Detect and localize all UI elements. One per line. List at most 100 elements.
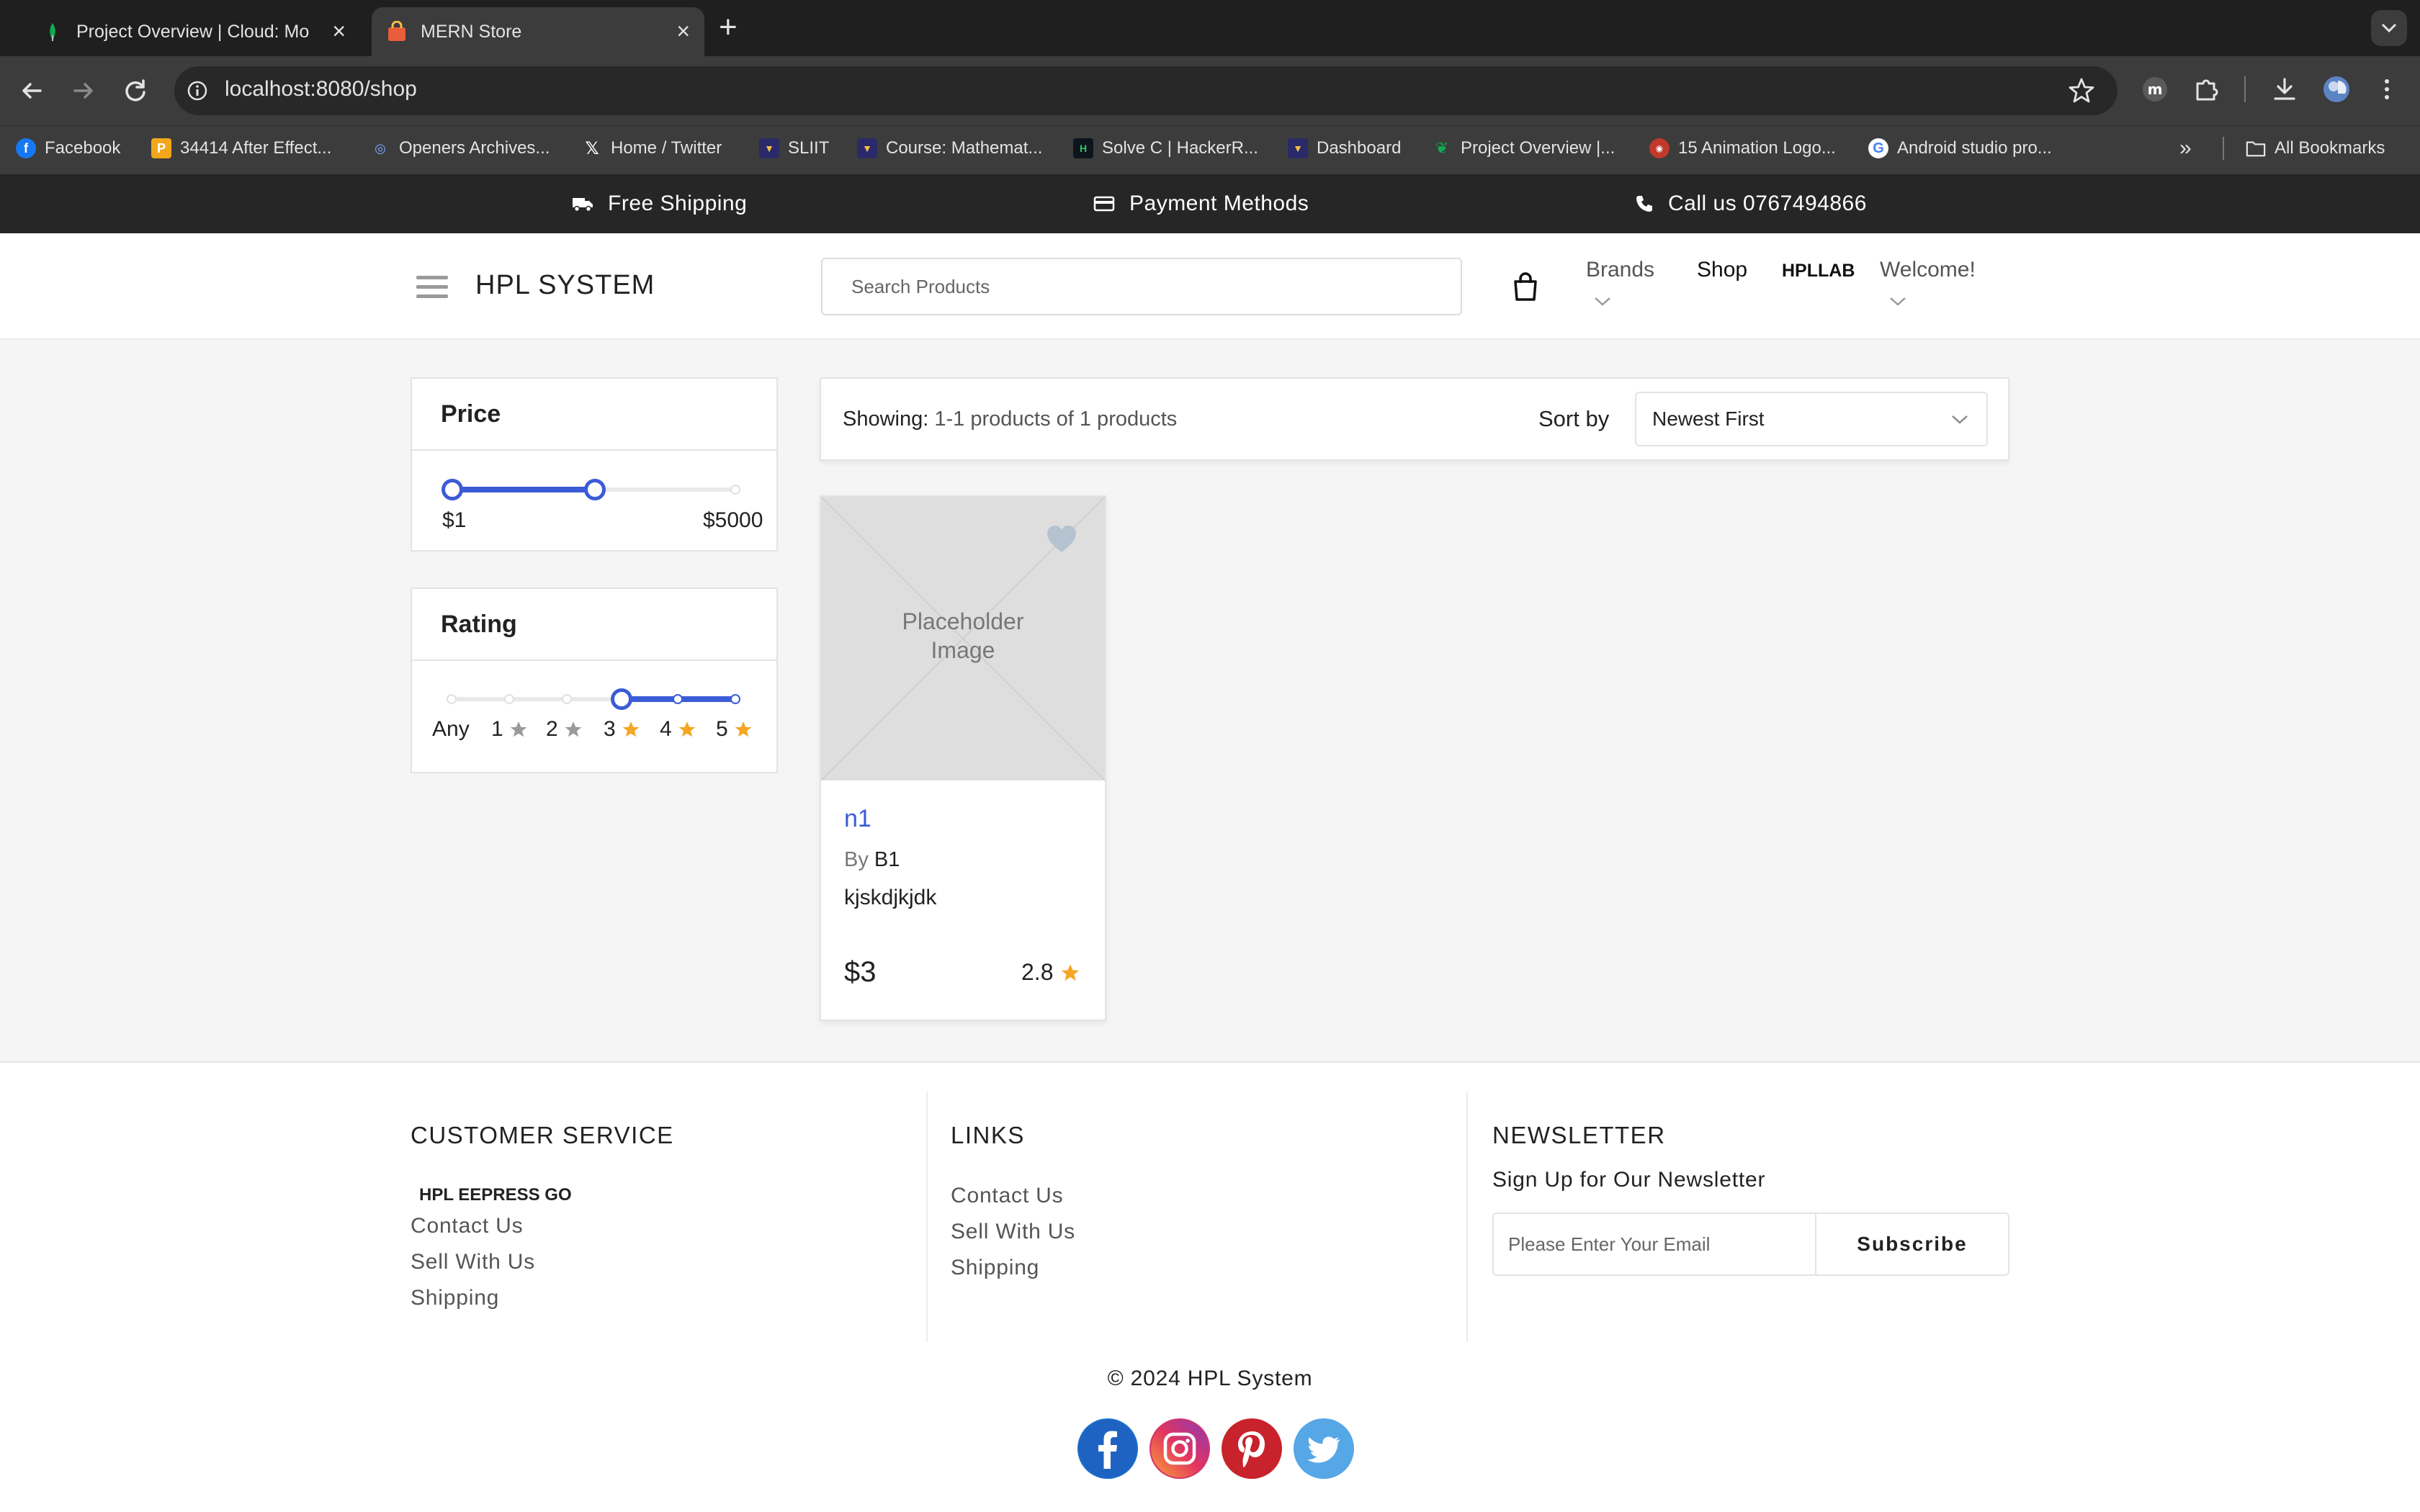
download-icon[interactable]: [2269, 73, 2300, 105]
instagram-icon[interactable]: [1150, 1418, 1210, 1479]
copyright-text: © 2024 HPL System: [1107, 1367, 1313, 1390]
bookmark-twitter[interactable]: 𝕏 Home / Twitter: [582, 134, 722, 163]
hamburger-menu-icon[interactable]: [416, 275, 448, 298]
bookmark-hackerrank[interactable]: H Solve C | HackerR...: [1073, 134, 1258, 163]
pinterest-icon[interactable]: [1222, 1418, 1282, 1479]
extensions-puzzle-icon[interactable]: [2191, 73, 2223, 105]
bookmark-facebook[interactable]: f Facebook: [16, 134, 120, 163]
rating-step-dot[interactable]: [504, 694, 514, 704]
close-tab-icon[interactable]: ×: [676, 19, 690, 42]
rating-label-text: 1: [491, 717, 503, 741]
promo-call-text: Call us 0767494866: [1668, 192, 1867, 215]
newsletter-email-input[interactable]: [1492, 1212, 1816, 1276]
product-description: kjskdjkjdk: [844, 886, 937, 909]
rating-label-2: 2: [546, 717, 583, 742]
product-rating-value: 2.8: [1021, 959, 1054, 985]
showing-label: Showing:: [843, 408, 929, 431]
all-bookmarks[interactable]: All Bookmarks: [2246, 134, 2385, 163]
bookmark-project-overview[interactable]: ❦ Project Overview |...: [1432, 134, 1615, 163]
rating-label-text: Any: [432, 717, 470, 741]
nav-brands[interactable]: Brands: [1586, 258, 1654, 282]
footer-column-divider: [1466, 1092, 1468, 1342]
bookmark-sliit[interactable]: ▼ SLIIT: [759, 134, 829, 163]
rating-label-3: 3: [604, 717, 640, 742]
rating-step-dot[interactable]: [730, 694, 740, 704]
footer-hpl-express-link[interactable]: HPL EEPRESS GO: [419, 1185, 572, 1205]
shopping-bag-icon[interactable]: [1510, 271, 1541, 302]
footer-contact-us-link[interactable]: Contact Us: [411, 1214, 523, 1238]
welcome-chevron-down-icon[interactable]: [1888, 295, 1907, 308]
bookmark-label: Android studio pro...: [1897, 138, 2052, 158]
bookmark-after-effects[interactable]: P 34414 After Effect...: [151, 134, 331, 163]
google-icon: G: [1868, 138, 1888, 158]
close-tab-icon[interactable]: ×: [332, 19, 346, 42]
search-products-input[interactable]: [821, 258, 1462, 315]
rating-step-dot[interactable]: [447, 694, 457, 704]
new-tab-icon[interactable]: +: [719, 12, 738, 43]
star-gold-icon: [678, 721, 696, 737]
browser-tab-project-overview[interactable]: Project Overview | Cloud: Mo ×: [22, 7, 360, 56]
site-info-icon[interactable]: [186, 79, 209, 102]
store-bag-icon: [386, 21, 408, 42]
footer-shipping-link[interactable]: Shipping: [951, 1256, 1039, 1280]
star-gray-icon: [510, 721, 527, 737]
twitter-icon[interactable]: [1294, 1418, 1354, 1479]
nav-shop[interactable]: Shop: [1697, 258, 1747, 282]
wishlist-heart-icon[interactable]: [1046, 524, 1077, 554]
bookmark-animation-logo[interactable]: ◉ 15 Animation Logo...: [1649, 134, 1836, 163]
rating-slider-handle[interactable]: [611, 688, 632, 710]
rating-label-text: 3: [604, 717, 616, 741]
mongodb-icon: ❦: [1435, 139, 1449, 157]
price-slider-max-handle[interactable]: [584, 479, 606, 500]
x-icon: 𝕏: [585, 138, 599, 158]
subscribe-button[interactable]: Subscribe: [1815, 1212, 2009, 1276]
bookmark-dashboard[interactable]: ▼ Dashboard: [1288, 134, 1401, 163]
price-min-label: $1: [442, 508, 467, 532]
nav-hpllab[interactable]: HPLLAB: [1782, 261, 1855, 282]
chevron-down-icon: [1952, 415, 1968, 424]
bookmark-course[interactable]: ▼ Course: Mathemat...: [857, 134, 1042, 163]
more-bookmarks-icon[interactable]: »: [2179, 134, 2192, 163]
nav-welcome[interactable]: Welcome!: [1880, 258, 1976, 282]
browser-menu-kebab-icon[interactable]: [2371, 73, 2403, 105]
promo-call-us: Call us 0767494866: [1635, 187, 1867, 220]
extension-m-icon[interactable]: m: [2139, 73, 2171, 105]
star-gray-icon: [565, 721, 582, 737]
price-slider-min-handle[interactable]: [442, 479, 463, 500]
forward-arrow-icon[interactable]: [68, 75, 99, 107]
svg-text:m: m: [2148, 81, 2163, 98]
facebook-icon: f: [16, 138, 36, 158]
rating-step-dot[interactable]: [562, 694, 572, 704]
profile-avatar-icon[interactable]: [2321, 73, 2352, 105]
dashboard-icon: ▼: [1288, 138, 1308, 158]
footer-sell-with-us-link[interactable]: Sell With Us: [411, 1250, 535, 1274]
address-bar[interactable]: [174, 66, 2118, 115]
hackerrank-icon: H: [1073, 138, 1093, 158]
facebook-icon[interactable]: [1077, 1418, 1138, 1479]
browser-tab-mern-store[interactable]: MERN Store ×: [372, 7, 704, 56]
bookmark-openers[interactable]: ◎ Openers Archives...: [370, 134, 550, 163]
sort-select[interactable]: Newest First: [1635, 392, 1988, 446]
footer-shipping-link[interactable]: Shipping: [411, 1286, 499, 1310]
bookmark-label: Solve C | HackerR...: [1102, 138, 1258, 158]
bookmark-label: Home / Twitter: [611, 138, 722, 158]
bookmarks-divider: [2223, 137, 2224, 160]
bookmark-label: Project Overview |...: [1461, 138, 1615, 158]
all-bookmarks-label: All Bookmarks: [2275, 138, 2385, 158]
product-name[interactable]: n1: [844, 805, 871, 833]
brands-chevron-down-icon[interactable]: [1593, 295, 1612, 308]
promo-payment-methods: Payment Methods: [1093, 187, 1309, 220]
back-arrow-icon[interactable]: [16, 75, 48, 107]
bookmark-android-studio[interactable]: G Android studio pro...: [1868, 134, 2052, 163]
bookmark-label: 15 Animation Logo...: [1678, 138, 1836, 158]
footer-contact-us-link[interactable]: Contact Us: [951, 1184, 1063, 1208]
footer-sell-with-us-link[interactable]: Sell With Us: [951, 1220, 1075, 1244]
rating-step-dot[interactable]: [673, 694, 683, 704]
tab-search-chevron-icon[interactable]: [2371, 10, 2407, 46]
sort-selected-value: Newest First: [1652, 408, 1765, 430]
bookmark-star-icon[interactable]: [2067, 76, 2096, 105]
rating-label-text: 5: [716, 717, 728, 741]
site-logo-text[interactable]: HPL SYSTEM: [475, 270, 655, 301]
reload-icon[interactable]: [120, 75, 151, 107]
tab-title: MERN Store: [421, 21, 522, 42]
